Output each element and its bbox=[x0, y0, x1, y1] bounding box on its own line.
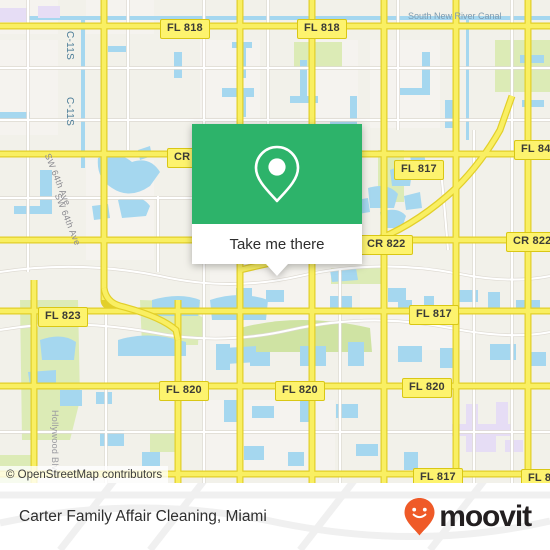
map-canvas[interactable]: FL 818 FL 818 CR 822 FL 848 FL 817 CR 82… bbox=[0, 0, 550, 483]
moovit-wordmark: moovit bbox=[439, 499, 532, 533]
footer-bar: Carter Family Affair Cleaning, Miami moo… bbox=[0, 483, 550, 550]
popup-action-bar[interactable]: Take me there bbox=[192, 224, 362, 276]
moovit-logo[interactable]: moovit bbox=[403, 497, 532, 537]
road-shield: CR 822 bbox=[360, 235, 413, 255]
water-label: South New River Canal bbox=[408, 11, 502, 21]
osm-attribution[interactable]: © OpenStreetMap contributors bbox=[0, 466, 169, 483]
road-shield: FL 823 bbox=[38, 307, 88, 327]
popup-tail-pointer bbox=[266, 264, 288, 276]
road-shield: FL 820 bbox=[275, 381, 325, 401]
location-popup-card[interactable]: Take me there bbox=[192, 124, 362, 276]
moovit-smiley-pin-icon bbox=[404, 497, 435, 535]
road-shield: FL 818 bbox=[160, 19, 210, 39]
road-shield: FL 817 bbox=[394, 160, 444, 180]
map-screenshot-root: FL 818 FL 818 CR 822 FL 848 FL 817 CR 82… bbox=[0, 0, 550, 550]
road-shield: FL 820 bbox=[159, 381, 209, 401]
popup-pin-area bbox=[192, 124, 362, 224]
road-shield: FL 817 bbox=[409, 305, 459, 325]
road-shield: CR 822 bbox=[506, 232, 550, 252]
street-label: C-11S bbox=[64, 97, 75, 127]
footer-content: Carter Family Affair Cleaning, Miami moo… bbox=[0, 483, 550, 550]
road-shield: FL 817 bbox=[413, 468, 463, 483]
street-label: C-11S bbox=[64, 31, 75, 61]
road-shield: FL 820 bbox=[402, 378, 452, 398]
map-pin-icon bbox=[254, 145, 300, 203]
take-me-there-label: Take me there bbox=[229, 235, 325, 253]
osm-attribution-text: © OpenStreetMap contributors bbox=[6, 468, 163, 481]
road-shield: FL 818 bbox=[297, 19, 347, 39]
road-shield: FL 848 bbox=[514, 140, 550, 160]
place-title: Carter Family Affair Cleaning, Miami bbox=[19, 507, 267, 525]
road-shield: FL 82 bbox=[521, 469, 550, 483]
